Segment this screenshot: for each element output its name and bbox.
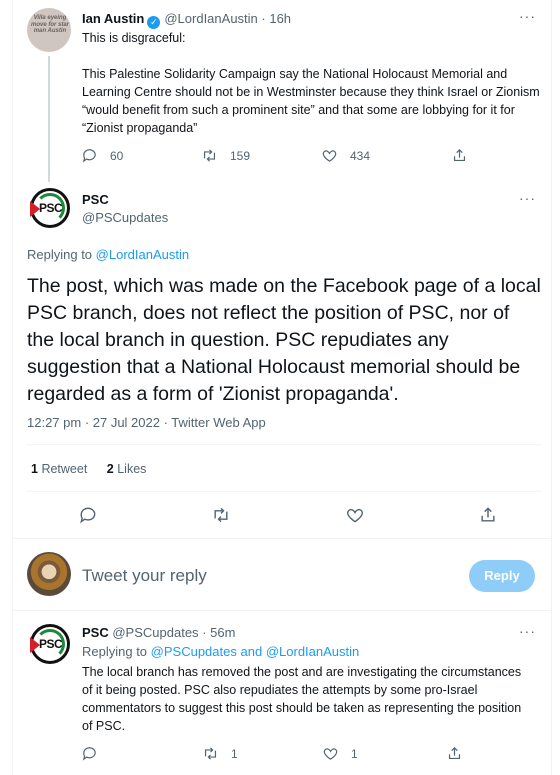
divider — [13, 610, 551, 611]
share-button[interactable] — [451, 147, 468, 164]
divider — [13, 538, 551, 539]
more-icon[interactable]: ··· — [519, 190, 536, 206]
tweet-text: The local branch has removed the post an… — [82, 665, 522, 733]
mention-link[interactable]: @LordIanAustin — [96, 247, 189, 262]
more-icon[interactable]: ··· — [519, 8, 536, 24]
reply-button[interactable]: 60 — [81, 147, 201, 164]
author-name[interactable]: Ian Austin — [82, 11, 144, 26]
avatar[interactable]: PSC — [30, 188, 70, 228]
avatar[interactable]: Villa eyeing move for star man Austin — [27, 8, 71, 52]
author-handle[interactable]: @PSCupdates — [82, 210, 168, 225]
like-count: 1 — [351, 746, 358, 761]
avatar[interactable]: PSC — [30, 624, 70, 664]
like-button[interactable]: 434 — [321, 147, 451, 164]
replying-to: Replying to @PSCupdates and @LordIanAust… — [82, 644, 359, 659]
likes-stat-label: Likes — [117, 462, 147, 476]
author-handle-text: @PSCupdates — [82, 210, 169, 225]
author-handle[interactable]: @PSCupdates — [112, 625, 198, 640]
thread-line — [48, 56, 50, 182]
logo-text: PSC — [39, 201, 63, 215]
replying-label: Replying to — [27, 247, 93, 262]
share-icon[interactable] — [478, 505, 498, 525]
reply-icon — [82, 747, 96, 761]
logo-text: PSC — [39, 637, 63, 651]
retweet-button[interactable]: 1 — [202, 745, 322, 762]
tweet-time[interactable]: · 56m — [202, 625, 235, 640]
likes-stat-count: 2 — [106, 462, 114, 476]
share-icon — [453, 148, 466, 162]
retweet-count: 1 — [231, 746, 238, 761]
mention-link[interactable]: @PSCupdates — [151, 644, 237, 659]
tweet-header: Ian Austin ✓ @LordIanAustin · 16h — [82, 11, 291, 29]
tweet-time[interactable]: · 16h — [261, 11, 291, 26]
divider — [27, 491, 541, 492]
engagement-stats: 1 Retweet 2 Likes — [31, 462, 162, 476]
likes-stat[interactable]: 2 Likes — [107, 462, 147, 476]
tweet-actions: 1 1 — [202, 745, 463, 762]
author-name[interactable]: PSC — [82, 625, 109, 640]
reply-submit-button[interactable]: Reply — [469, 560, 535, 592]
reply-count: 60 — [110, 148, 124, 163]
retweet-stat-count: 1 — [31, 462, 38, 476]
mention-link[interactable]: @LordIanAustin — [266, 644, 359, 659]
main-tweet-actions — [78, 505, 498, 525]
verified-badge-icon: ✓ — [147, 16, 161, 29]
avatar-caption: Villa eyeing move for star man Austin — [30, 15, 69, 34]
replying-to: Replying to @LordIanAustin — [27, 247, 189, 262]
author-handle[interactable]: @LordIanAustin — [164, 11, 257, 26]
share-icon — [448, 746, 461, 760]
user-avatar[interactable] — [27, 552, 71, 596]
tweet-header: PSC @PSCupdates · 56m — [82, 625, 235, 640]
reply-action — [81, 745, 98, 762]
reply-icon — [82, 149, 96, 163]
retweet-button[interactable]: 159 — [201, 147, 321, 164]
reply-button[interactable] — [81, 745, 98, 762]
heart-icon — [323, 748, 338, 760]
tweet-meta[interactable]: 12:27 pm · 27 Jul 2022 · Twitter Web App — [27, 415, 266, 430]
heart-icon[interactable] — [345, 505, 365, 525]
author-name-text: PSC — [82, 192, 109, 207]
retweet-icon — [204, 747, 217, 760]
more-icon[interactable]: ··· — [519, 623, 536, 639]
retweet-icon — [203, 149, 216, 162]
replying-label: Replying to — [82, 644, 148, 659]
retweet-icon[interactable] — [211, 505, 231, 525]
retweet-count: 159 — [230, 148, 251, 163]
retweet-stat-label: Retweet — [41, 462, 88, 476]
reply-input[interactable]: Tweet your reply — [82, 566, 207, 586]
like-button[interactable]: 1 — [322, 745, 446, 762]
tweet-actions: 60 159 434 — [81, 147, 468, 164]
divider — [27, 444, 541, 445]
retweet-stat[interactable]: 1 Retweet — [31, 462, 87, 476]
tweet-text: This is disgraceful: — [82, 31, 186, 45]
replying-and: and — [240, 644, 263, 659]
share-button[interactable] — [446, 745, 463, 762]
reply-icon[interactable] — [78, 505, 98, 525]
tweet-text: This Palestine Solidarity Campaign say t… — [82, 67, 540, 135]
like-count: 434 — [350, 148, 371, 163]
heart-icon — [322, 150, 337, 162]
main-tweet-text: The post, which was made on the Facebook… — [27, 275, 541, 405]
author-name[interactable]: PSC — [82, 192, 109, 207]
